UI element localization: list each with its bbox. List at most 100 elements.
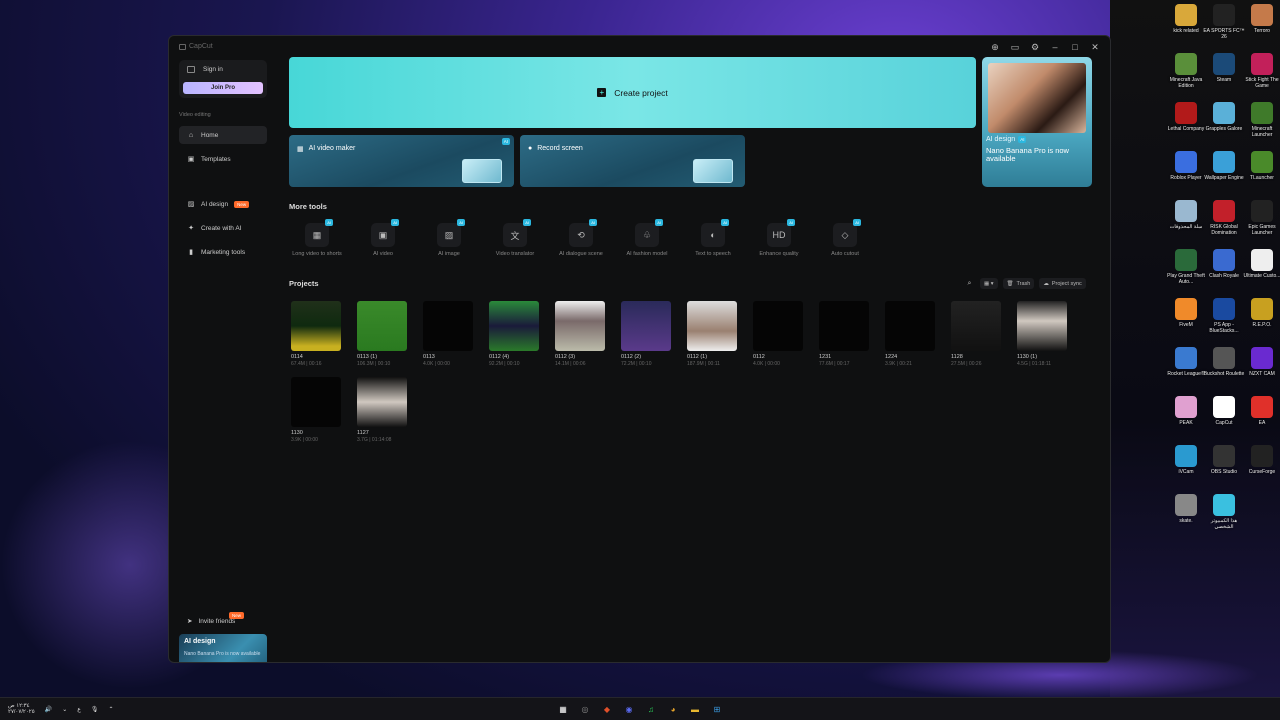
join-pro-button[interactable]: Join Pro — [183, 82, 263, 94]
desktop-shortcut[interactable]: PS App - BlueStacks... — [1203, 298, 1245, 334]
tool-text-to-speech[interactable]: ◐ AI Text to speech — [683, 219, 743, 258]
desktop-shortcut[interactable]: CapCut — [1203, 396, 1245, 426]
ai-design-promo-card[interactable]: AI design AI Nano Banana Pro is now avai… — [982, 57, 1092, 187]
tool-ai-image[interactable]: ▨ AI AI image — [419, 219, 479, 258]
project-card[interactable]: 1130 (1) 4.5G | 01:18:11 — [1017, 301, 1067, 367]
project-card[interactable]: 0113 4.0K | 00:00 — [423, 301, 473, 367]
ai-design-promo-banner[interactable]: AI design Nano Banana Pro is now availab… — [179, 634, 267, 662]
sidebar-item-templates[interactable]: ▣ Templates — [179, 150, 267, 168]
project-card[interactable]: 0112 (2) 72.2M | 00:10 — [621, 301, 671, 367]
desktop-shortcut[interactable]: TLauncher — [1241, 151, 1280, 181]
view-toggle-button[interactable]: ▦ ▾ — [980, 278, 998, 289]
project-card[interactable]: 1231 77.6M | 00:17 — [819, 301, 869, 367]
sidebar-item-home[interactable]: ⌂ Home — [179, 126, 267, 144]
tool-ai-video[interactable]: ▣ AI AI video — [353, 219, 413, 258]
desktop-shortcut[interactable]: Steam — [1203, 53, 1245, 83]
chevron-up-icon[interactable]: ⌃ — [108, 706, 113, 713]
desktop-shortcut[interactable]: Wallpaper Engine — [1203, 151, 1245, 181]
chevron-down-icon[interactable]: ⌄ — [62, 706, 67, 713]
close-button[interactable]: ✕ — [1090, 42, 1100, 52]
desktop-shortcut[interactable]: kick related — [1165, 4, 1207, 34]
maximize-button[interactable]: □ — [1070, 42, 1080, 52]
desktop-shortcut[interactable]: Play Grand Theft Auto... — [1165, 249, 1207, 285]
tool-ai-dialogue-scene[interactable]: ⟲ AI AI dialogue scene — [551, 219, 611, 258]
card-label: AI video maker — [308, 145, 356, 152]
desktop-shortcut[interactable]: Epic Games Launcher — [1241, 200, 1280, 236]
desktop-shortcut[interactable]: Terroro — [1241, 4, 1280, 34]
project-card[interactable]: 0112 (1) 187.9M | 00:11 — [687, 301, 737, 367]
minimize-button[interactable]: – — [1050, 42, 1060, 52]
desktop-shortcut[interactable]: Rocket League® — [1165, 347, 1207, 377]
desktop-shortcut[interactable]: Ultimate Custo... — [1241, 249, 1280, 279]
ai-badge: AI — [589, 219, 597, 226]
project-card[interactable]: 0112 (3) 14.1M | 00:06 — [555, 301, 605, 367]
ai-video-maker-card[interactable]: ▦ AI video maker AI — [289, 135, 514, 187]
tool-icon: ▨ AI — [437, 219, 465, 247]
desktop-shortcut[interactable]: Minecraft Java Edition — [1165, 53, 1207, 89]
desktop-shortcut[interactable]: Minecraft Launcher — [1241, 102, 1280, 138]
settings-icon[interactable]: ⚙ — [1030, 42, 1040, 52]
desktop-shortcut[interactable]: EA — [1241, 396, 1280, 426]
sidebar-item-ai-design[interactable]: ▨ AI design New — [179, 195, 267, 213]
desktop-shortcut[interactable]: سلة المحذوفات — [1165, 200, 1207, 230]
taskbar-app-icon[interactable]: ◆ — [600, 702, 614, 716]
desktop-shortcut[interactable]: Roblox Player — [1165, 151, 1207, 181]
invite-friends-button[interactable]: ➤ Invite friends New — [179, 612, 267, 630]
taskbar-app-icon[interactable]: ♫ — [644, 702, 658, 716]
taskbar-app-icon[interactable]: ▬ — [688, 702, 702, 716]
taskbar-app-icon[interactable]: ◕ — [666, 702, 680, 716]
language-indicator[interactable]: ع — [77, 706, 81, 713]
project-card[interactable]: 1128 27.5M | 00:26 — [951, 301, 1001, 367]
tool-long-video-to-shorts[interactable]: ▦ AI Long video to shorts — [287, 219, 347, 258]
sidebar-item-marketing-tools[interactable]: ▮ Marketing tools — [179, 243, 267, 261]
desktop-shortcut[interactable]: PEAK — [1165, 396, 1207, 426]
taskbar-app-icon[interactable]: ◉ — [622, 702, 636, 716]
microphone-icon[interactable]: 🎙 — [91, 706, 99, 713]
ai-badge: AI — [523, 219, 531, 226]
desktop-shortcut[interactable]: RISK Global Domination — [1203, 200, 1245, 236]
project-card[interactable]: 1224 3.9K | 00:21 — [885, 301, 935, 367]
desktop-shortcut[interactable]: Grapples Galore — [1203, 102, 1245, 132]
search-icon[interactable]: ⌕ — [964, 278, 975, 289]
screen-icon[interactable]: ▭ — [1010, 42, 1020, 52]
project-card[interactable]: 0112 4.0K | 00:00 — [753, 301, 803, 367]
desktop-shortcut[interactable]: iVCam — [1165, 445, 1207, 475]
desktop-shortcut[interactable]: NZXT CAM — [1241, 347, 1280, 377]
project-card[interactable]: 0114 67.4M | 00:16 — [291, 301, 341, 367]
taskbar-app-icon[interactable]: ▦ — [556, 702, 570, 716]
taskbar-app-icon[interactable]: ◎ — [578, 702, 592, 716]
ai-badge: AI — [391, 219, 399, 226]
project-sync-button[interactable]: ☁ Project sync — [1039, 278, 1086, 289]
project-card[interactable]: 0113 (1) 106.3M | 00:10 — [357, 301, 407, 367]
volume-icon[interactable]: 🔊 — [45, 706, 52, 713]
desktop-shortcut[interactable]: Stick Fight The Game — [1241, 53, 1280, 89]
trash-button[interactable]: 🗑 Trash — [1002, 278, 1035, 289]
tool-enhance-quality[interactable]: HD AI Enhance quality — [749, 219, 809, 258]
tool-video-translator[interactable]: 文 AI Video translator — [485, 219, 545, 258]
project-card[interactable]: 1130 3.9K | 00:00 — [291, 377, 341, 443]
sign-in-button[interactable]: Sign in — [187, 66, 223, 73]
clock[interactable]: ١٢:٣٤ ص ٢٧/٠٧/٢٠٢٥ — [8, 703, 35, 715]
project-card[interactable]: 0112 (4) 92.2M | 00:10 — [489, 301, 539, 367]
desktop-shortcut[interactable]: Clash Royale — [1203, 249, 1245, 279]
sidebar-item-create-with-ai[interactable]: ✦ Create with AI — [179, 219, 267, 237]
taskbar-app-icon[interactable]: ⊞ — [710, 702, 724, 716]
project-name: 0112 (3) — [555, 354, 576, 360]
record-screen-card[interactable]: ● Record screen — [520, 135, 745, 187]
desktop-shortcut[interactable]: هذا الكمبيوتر الشخصي — [1203, 494, 1245, 530]
desktop-shortcut[interactable]: OBS Studio — [1203, 445, 1245, 475]
desktop-shortcut[interactable]: skate. — [1165, 494, 1207, 524]
tool-auto-cutout[interactable]: ◇ AI Auto cutout — [815, 219, 875, 258]
desktop-shortcut[interactable]: Buckshot Roulette — [1203, 347, 1245, 377]
desktop-shortcut[interactable]: R.E.P.O. — [1241, 298, 1280, 328]
create-project-button[interactable]: + Create project — [289, 57, 976, 128]
feedback-icon[interactable]: ⊕ — [990, 42, 1000, 52]
tool-ai-fashion-model[interactable]: ♧ AI AI fashion model — [617, 219, 677, 258]
app-icon — [1213, 298, 1235, 320]
desktop-shortcut[interactable]: EA SPORTS FC™ 26 — [1203, 4, 1245, 40]
desktop-shortcut[interactable]: CurseForge — [1241, 445, 1280, 475]
project-card[interactable]: 1127 3.7G | 01:14:08 — [357, 377, 407, 443]
desktop-shortcut[interactable]: Lethal Company — [1165, 102, 1207, 132]
app-title: CapCut — [179, 43, 213, 50]
desktop-shortcut[interactable]: FiveM — [1165, 298, 1207, 328]
